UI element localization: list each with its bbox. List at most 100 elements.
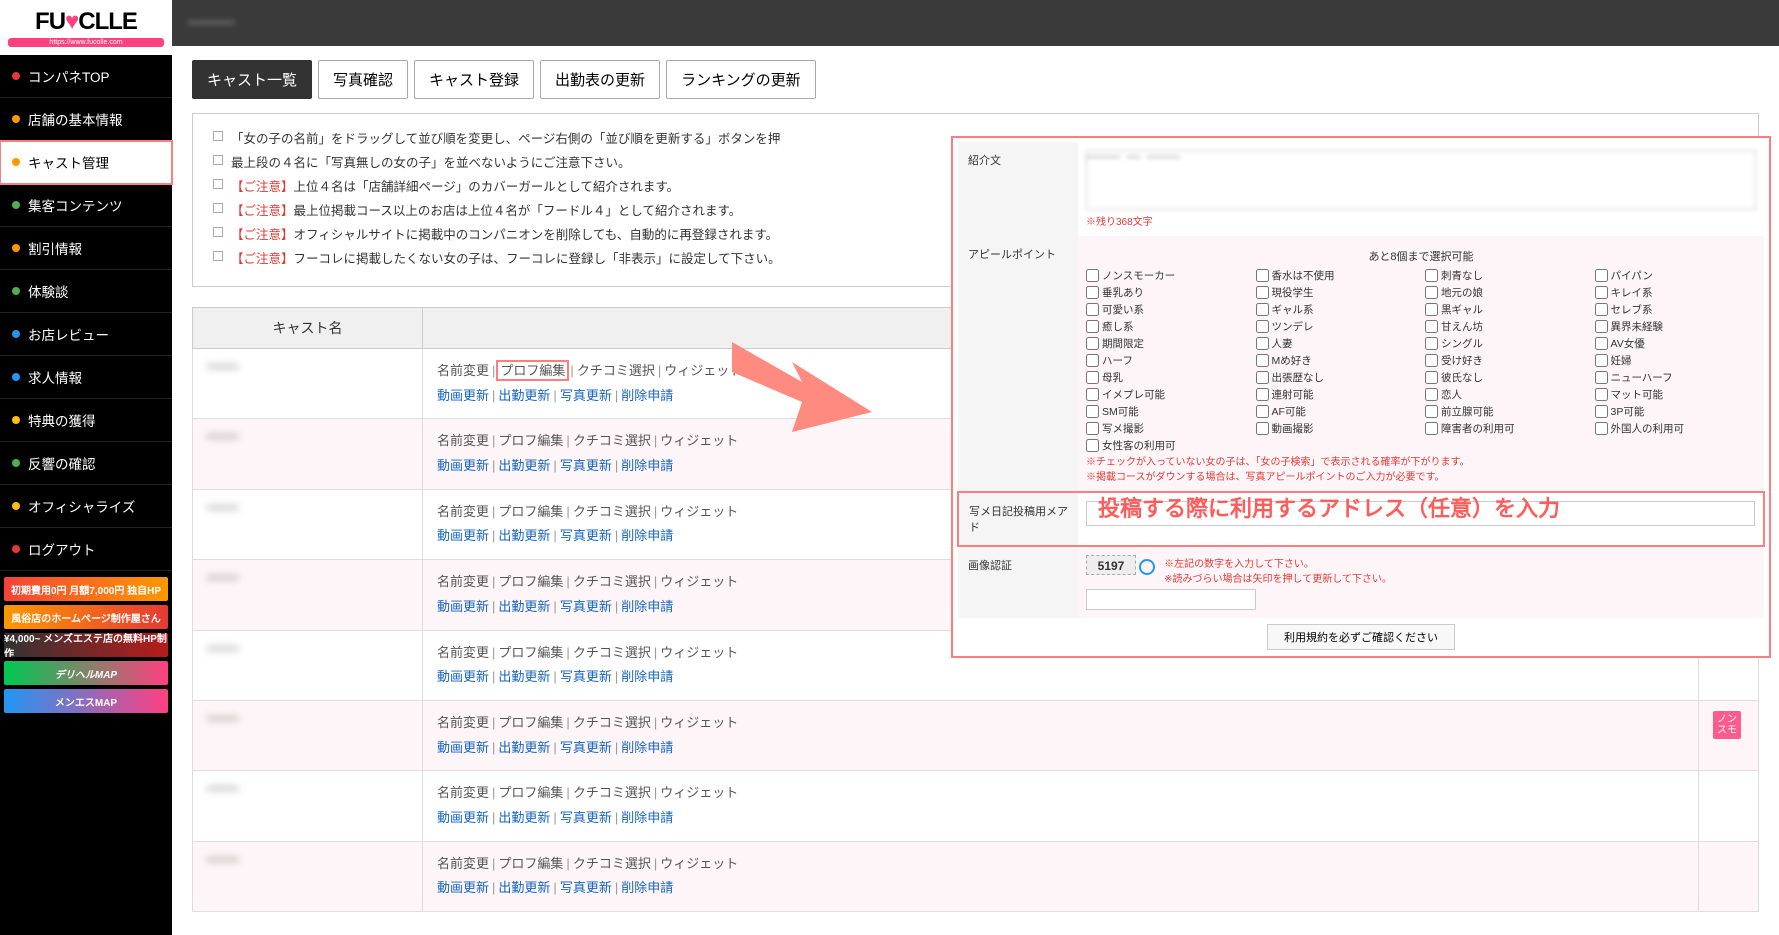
action-名前変更[interactable]: 名前変更	[437, 785, 489, 800]
appeal-checkbox[interactable]	[1595, 286, 1608, 299]
cast-name-blurred[interactable]: ━━━━	[207, 359, 238, 375]
appeal-option[interactable]: ハーフ	[1086, 353, 1248, 368]
appeal-checkbox[interactable]	[1256, 337, 1269, 350]
appeal-option[interactable]: 写メ撮影	[1086, 421, 1248, 436]
appeal-option[interactable]: 黒ギャル	[1425, 302, 1587, 317]
appeal-option[interactable]: 刺青なし	[1425, 268, 1587, 283]
cast-name-blurred[interactable]: ━━━━	[207, 500, 238, 516]
action-ウィジェット[interactable]: ウィジェット	[660, 504, 738, 519]
cast-name-blurred[interactable]: ━━━━	[207, 570, 238, 586]
appeal-option[interactable]: 可愛い系	[1086, 302, 1248, 317]
appeal-checkbox[interactable]	[1086, 303, 1099, 316]
action-プロフ編集[interactable]: プロフ編集	[498, 574, 563, 589]
action-ウィジェット[interactable]: ウィジェット	[660, 785, 738, 800]
appeal-checkbox[interactable]	[1256, 405, 1269, 418]
intro-textarea[interactable]: ━━━━━ ━━ ━━━━━	[1086, 150, 1756, 210]
appeal-checkbox[interactable]	[1595, 337, 1608, 350]
appeal-option[interactable]: 癒し系	[1086, 319, 1248, 334]
appeal-option[interactable]: 出張歴なし	[1256, 370, 1418, 385]
appeal-option[interactable]: キレイ系	[1595, 285, 1757, 300]
appeal-checkbox[interactable]	[1256, 303, 1269, 316]
action-プロフ編集[interactable]: プロフ編集	[498, 645, 563, 660]
action-削除申請[interactable]: 削除申請	[621, 810, 673, 825]
action-出勤更新[interactable]: 出勤更新	[498, 599, 550, 614]
appeal-option[interactable]: 受け好き	[1425, 353, 1587, 368]
sidebar-banner-2[interactable]: ¥4,000~ メンズエステ店の無料HP制作	[4, 633, 168, 657]
action-名前変更[interactable]: 名前変更	[437, 504, 489, 519]
sidebar-item-3[interactable]: 集客コンテンツ	[0, 184, 172, 226]
appeal-option[interactable]: 人妻	[1256, 336, 1418, 351]
appeal-option[interactable]: ギャル系	[1256, 302, 1418, 317]
appeal-option[interactable]: 彼氏なし	[1425, 370, 1587, 385]
appeal-checkbox[interactable]	[1425, 303, 1438, 316]
action-ウィジェット[interactable]: ウィジェット	[660, 574, 738, 589]
action-写真更新[interactable]: 写真更新	[560, 880, 612, 895]
appeal-checkbox[interactable]	[1086, 286, 1099, 299]
appeal-option[interactable]: 現役学生	[1256, 285, 1418, 300]
action-削除申請[interactable]: 削除申請	[621, 669, 673, 684]
appeal-checkbox[interactable]	[1086, 269, 1099, 282]
action-削除申請[interactable]: 削除申請	[621, 528, 673, 543]
action-クチコミ選択[interactable]: クチコミ選択	[573, 785, 651, 800]
appeal-checkbox[interactable]	[1086, 337, 1099, 350]
action-クチコミ選択[interactable]: クチコミ選択	[573, 433, 651, 448]
tab-1[interactable]: 写真確認	[318, 60, 408, 99]
sidebar-item-0[interactable]: コンパネTOP	[0, 55, 172, 97]
action-写真更新[interactable]: 写真更新	[560, 458, 612, 473]
appeal-checkbox[interactable]	[1425, 405, 1438, 418]
action-ウィジェット[interactable]: ウィジェット	[660, 645, 738, 660]
appeal-option[interactable]: 外国人の利用可	[1595, 421, 1757, 436]
appeal-option[interactable]: セレブ系	[1595, 302, 1757, 317]
terms-button[interactable]: 利用規約を必ずご確認ください	[1267, 624, 1455, 650]
appeal-option[interactable]: 期間限定	[1086, 336, 1248, 351]
tab-0[interactable]: キャスト一覧	[192, 60, 312, 99]
appeal-option[interactable]: 連射可能	[1256, 387, 1418, 402]
action-動画更新[interactable]: 動画更新	[437, 740, 489, 755]
sidebar-banner-0[interactable]: 初期費用0円 月額7,000円 独自HP	[4, 577, 168, 601]
appeal-checkbox[interactable]	[1425, 422, 1438, 435]
appeal-checkbox[interactable]	[1425, 371, 1438, 384]
action-写真更新[interactable]: 写真更新	[560, 388, 612, 403]
appeal-checkbox[interactable]	[1086, 371, 1099, 384]
appeal-option[interactable]: 恋人	[1425, 387, 1587, 402]
appeal-option[interactable]: ノンスモーカー	[1086, 268, 1248, 283]
action-名前変更[interactable]: 名前変更	[437, 856, 489, 871]
appeal-option[interactable]: イメプレ可能	[1086, 387, 1248, 402]
appeal-option[interactable]: ニューハーフ	[1595, 370, 1757, 385]
captcha-reload-icon[interactable]	[1139, 559, 1155, 575]
action-プロフ編集[interactable]: プロフ編集	[498, 715, 563, 730]
appeal-checkbox[interactable]	[1086, 405, 1099, 418]
appeal-checkbox[interactable]	[1256, 269, 1269, 282]
appeal-option[interactable]: 前立腺可能	[1425, 404, 1587, 419]
appeal-checkbox[interactable]	[1086, 388, 1099, 401]
action-動画更新[interactable]: 動画更新	[437, 458, 489, 473]
sidebar-item-8[interactable]: 特典の獲得	[0, 399, 172, 441]
action-削除申請[interactable]: 削除申請	[621, 599, 673, 614]
appeal-option[interactable]: 垂乳あり	[1086, 285, 1248, 300]
appeal-checkbox[interactable]	[1256, 388, 1269, 401]
cast-name-blurred[interactable]: ━━━━	[207, 852, 238, 868]
appeal-option[interactable]: 動画撮影	[1256, 421, 1418, 436]
tab-2[interactable]: キャスト登録	[414, 60, 534, 99]
action-出勤更新[interactable]: 出勤更新	[498, 388, 550, 403]
appeal-checkbox[interactable]	[1595, 371, 1608, 384]
action-プロフ編集[interactable]: プロフ編集	[498, 856, 563, 871]
action-クチコミ選択[interactable]: クチコミ選択	[573, 574, 651, 589]
appeal-option[interactable]: 香水は不使用	[1256, 268, 1418, 283]
action-写真更新[interactable]: 写真更新	[560, 740, 612, 755]
appeal-checkbox[interactable]	[1256, 371, 1269, 384]
captcha-input[interactable]	[1086, 589, 1256, 610]
appeal-option[interactable]: ツンデレ	[1256, 319, 1418, 334]
appeal-option[interactable]: 3P可能	[1595, 404, 1757, 419]
action-出勤更新[interactable]: 出勤更新	[498, 880, 550, 895]
action-プロフ編集[interactable]: プロフ編集	[498, 433, 563, 448]
appeal-checkbox[interactable]	[1256, 354, 1269, 367]
action-削除申請[interactable]: 削除申請	[621, 880, 673, 895]
action-出勤更新[interactable]: 出勤更新	[498, 528, 550, 543]
sidebar-item-5[interactable]: 体験談	[0, 270, 172, 312]
appeal-checkbox[interactable]	[1425, 286, 1438, 299]
action-動画更新[interactable]: 動画更新	[437, 388, 489, 403]
action-動画更新[interactable]: 動画更新	[437, 599, 489, 614]
action-名前変更[interactable]: 名前変更	[437, 715, 489, 730]
action-名前変更[interactable]: 名前変更	[437, 433, 489, 448]
